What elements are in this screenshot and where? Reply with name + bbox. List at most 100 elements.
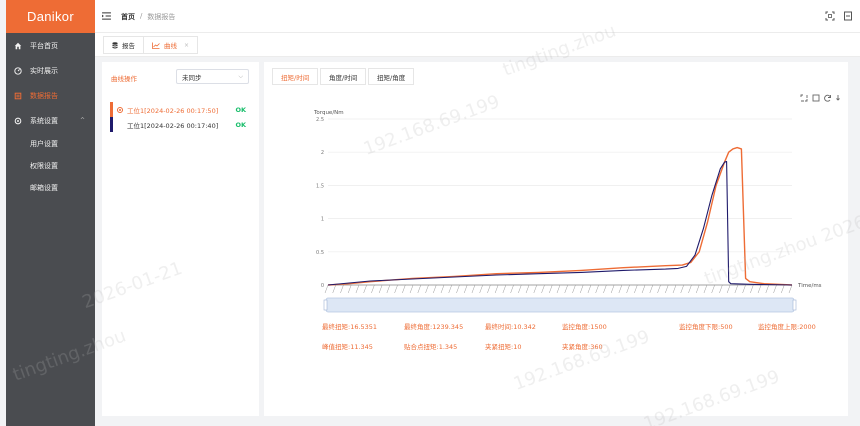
lock-screen-icon[interactable] — [843, 11, 853, 21]
record-list: 工位1[2024-02-26 00:17:50] OK 工位1[2024-02-… — [110, 102, 250, 132]
x-tick-mark — [479, 284, 483, 294]
x-tick-mark — [688, 284, 692, 294]
x-tick-mark — [572, 284, 576, 294]
menu-fold-icon[interactable] — [102, 12, 111, 20]
sync-select-value: 未同步 — [182, 73, 202, 82]
sidebar-subitem-email[interactable]: 邮箱设置 — [6, 177, 95, 199]
x-axis-label: Time/ms — [797, 283, 822, 289]
x-tick-mark — [603, 284, 607, 294]
x-tick-mark — [634, 284, 638, 294]
x-tick-mark — [533, 284, 538, 294]
x-tick-mark — [757, 284, 762, 294]
x-tick-mark — [657, 284, 661, 294]
breadcrumb-home[interactable]: 首页 — [121, 12, 135, 22]
stat-value: 最终时间:10.342 — [485, 323, 536, 331]
x-tick-mark — [579, 284, 584, 294]
series-line-1 — [327, 146, 793, 286]
tab-torque-angle[interactable]: 扭矩/角度 — [368, 68, 415, 85]
x-tick-mark — [409, 284, 414, 294]
zoom-reset-icon[interactable] — [812, 94, 820, 102]
close-icon[interactable]: × — [184, 42, 189, 49]
x-tick-mark — [510, 284, 514, 294]
app-logo[interactable]: Danikor — [6, 0, 95, 33]
tab-curve[interactable]: 曲线 × — [143, 36, 199, 54]
refresh-icon[interactable] — [824, 94, 832, 102]
x-tick-mark — [471, 284, 476, 294]
tab-bar: 报告 曲线 × — [95, 33, 860, 57]
status-badge: OK — [235, 105, 246, 114]
x-tick-mark — [448, 284, 452, 294]
sync-select[interactable]: 未同步 ⌵ — [176, 69, 249, 84]
x-tick-mark — [541, 284, 545, 294]
x-tick-mark — [363, 284, 367, 294]
stack-icon — [112, 41, 118, 48]
sidebar-item-label: 系统设置 — [30, 116, 58, 125]
sidebar-item-label: 实时展示 — [30, 66, 58, 75]
breadcrumb-current: 数据报告 — [147, 13, 176, 21]
sidebar-item-settings[interactable]: 系统设置 ^ — [6, 108, 95, 133]
stats-row-2: 峰值扭矩:11.345 贴合点扭矩:1.345 夹紧扭矩:10 夹紧角度:360 — [322, 341, 842, 361]
x-tick-mark — [734, 284, 739, 294]
x-tick-mark — [378, 284, 383, 294]
x-tick-mark — [773, 284, 777, 294]
x-tick-mark — [719, 284, 723, 294]
download-icon[interactable] — [836, 94, 840, 102]
tab-torque-time[interactable]: 扭矩/时间 — [272, 68, 319, 85]
sidebar-item-report[interactable]: 数据报告 — [6, 83, 95, 108]
x-tick-mark — [711, 284, 715, 294]
tab-label: 曲线 — [164, 42, 177, 50]
y-tick-label: 0 — [321, 283, 324, 289]
tab-angle-time[interactable]: 角度/时间 — [320, 68, 367, 85]
stat-value: 最终角度:1239.345 — [404, 323, 464, 331]
x-tick-mark — [402, 284, 406, 294]
sidebar: Danikor 平台首页 实时展示 数据报告 系统设置 ^ 用户设置 权限设置 … — [6, 0, 95, 426]
sidebar-item-home[interactable]: 平台首页 — [6, 33, 95, 58]
radio-unselected-icon — [117, 122, 123, 128]
x-tick-mark — [433, 284, 437, 294]
sidebar-item-label: 数据报告 — [30, 91, 58, 100]
x-tick-mark — [750, 284, 754, 294]
x-tick-mark — [440, 284, 445, 294]
fullscreen-icon[interactable] — [825, 11, 835, 21]
sidebar-subitem-users[interactable]: 用户设置 — [6, 133, 95, 155]
stat-value: 监控角度:1500 — [562, 323, 607, 331]
gear-icon — [14, 117, 22, 125]
x-tick-mark — [695, 284, 700, 294]
chevron-down-icon: ⌵ — [238, 73, 243, 80]
chart-toolbox — [800, 94, 840, 102]
stat-value: 监控角度下限:500 — [679, 323, 733, 331]
x-tick-mark — [564, 284, 568, 294]
x-tick-mark — [672, 284, 677, 294]
sidebar-subitem-permissions[interactable]: 权限设置 — [6, 155, 95, 177]
curve-operation-panel: 曲线操作 未同步 ⌵ 工位1[2024-02-26 00:17:50] OK 工… — [102, 62, 259, 416]
line-chart-icon — [152, 42, 160, 49]
radio-selected-icon — [117, 106, 123, 113]
x-tick-mark — [502, 284, 507, 294]
x-tick-mark — [324, 284, 329, 294]
curve-operation-label: 曲线操作 — [111, 75, 137, 83]
x-tick-mark — [463, 284, 468, 294]
tab-report[interactable]: 报告 — [103, 36, 144, 54]
x-tick-mark — [371, 284, 375, 294]
x-tick-mark — [726, 284, 731, 294]
torque-time-chart[interactable]: Torque/Nm 0 0.5 1 1.5 2 2.5 Time/ms — [264, 102, 848, 352]
x-tick-mark — [425, 284, 429, 294]
y-tick-label: 0.5 — [316, 250, 324, 256]
series-line-2 — [327, 160, 793, 286]
y-axis-label: Torque/Nm — [313, 110, 344, 116]
zoom-handle-right — [792, 299, 797, 311]
status-badge: OK — [235, 120, 246, 129]
sidebar-item-realtime[interactable]: 实时展示 — [6, 58, 95, 83]
tab-label: 报告 — [122, 42, 135, 50]
y-tick-label: 1.5 — [316, 183, 324, 189]
x-tick-mark — [781, 284, 785, 294]
list-item[interactable]: 工位1[2024-02-26 00:17:50] OK — [110, 102, 250, 117]
list-item[interactable]: 工位1[2024-02-26 00:17:40] OK — [110, 117, 250, 132]
y-tick-label: 1 — [321, 217, 324, 223]
x-tick-mark — [494, 284, 499, 294]
x-tick-mark — [649, 284, 654, 294]
x-tick-mark — [765, 284, 770, 294]
zoom-icon[interactable] — [800, 94, 808, 102]
stat-value: 夹紧扭矩:10 — [485, 343, 522, 351]
home-icon — [14, 42, 22, 50]
